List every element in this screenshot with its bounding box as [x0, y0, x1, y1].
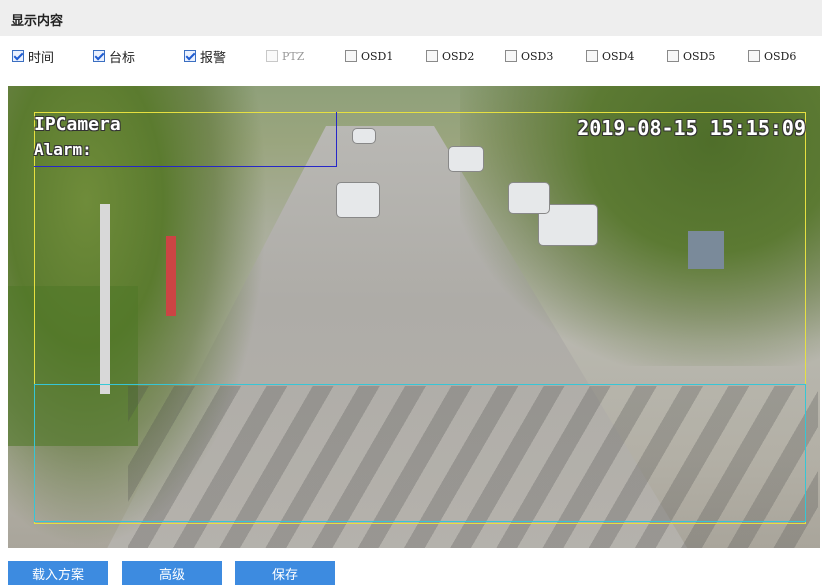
checkbox-ptz-box [266, 50, 278, 62]
checkbox-osd4[interactable]: OSD4 [586, 45, 634, 67]
checkbox-osd6[interactable]: OSD6 [748, 45, 796, 67]
checkbox-logo[interactable]: 台标 [93, 45, 135, 67]
checkbox-ptz-label: PTZ [282, 49, 305, 63]
checkbox-osd3-box[interactable] [505, 50, 517, 62]
osd-camera-name[interactable]: IPCamera [34, 114, 121, 135]
checkbox-alarm-label: 报警 [200, 50, 227, 66]
checkbox-osd1[interactable]: OSD1 [345, 45, 393, 67]
osd-region-cyan[interactable] [34, 384, 806, 522]
checkbox-osd3-label: OSD3 [521, 49, 554, 63]
checkbox-logo-box[interactable] [93, 50, 105, 62]
checkbox-osd6-box[interactable] [748, 50, 760, 62]
checkbox-osd5-label: OSD5 [683, 49, 716, 63]
checkbox-osd4-box[interactable] [586, 50, 598, 62]
checkbox-osd3[interactable]: OSD3 [505, 45, 553, 67]
checkbox-osd1-box[interactable] [345, 50, 357, 62]
video-preview[interactable]: IPCamera Alarm: 2019-08-15 15:15:09 [8, 86, 820, 548]
osd-alarm[interactable]: Alarm: [34, 140, 92, 159]
checkbox-alarm-box[interactable] [184, 50, 196, 62]
load-scheme-button[interactable]: 载入方案 [8, 561, 108, 585]
checkbox-ptz: PTZ [266, 45, 304, 67]
checkbox-osd2-label: OSD2 [442, 49, 475, 63]
checkbox-osd2-box[interactable] [426, 50, 438, 62]
checkbox-osd5-box[interactable] [667, 50, 679, 62]
checkbox-time-box[interactable] [12, 50, 24, 62]
checkbox-osd2[interactable]: OSD2 [426, 45, 474, 67]
display-options: 时间 台标 报警 PTZ OSD1 OSD2 OSD3 OSD4 OSD5 OS… [0, 45, 822, 67]
section-header: 显示内容 [0, 0, 822, 36]
checkbox-logo-label: 台标 [109, 50, 136, 66]
advanced-button[interactable]: 高级 [122, 561, 222, 585]
checkbox-osd1-label: OSD1 [361, 49, 394, 63]
checkbox-alarm[interactable]: 报警 [184, 45, 226, 67]
checkbox-osd4-label: OSD4 [602, 49, 635, 63]
section-title: 显示内容 [11, 14, 64, 29]
checkbox-osd5[interactable]: OSD5 [667, 45, 715, 67]
osd-timestamp[interactable]: 2019-08-15 15:15:09 [577, 116, 806, 140]
save-button[interactable]: 保存 [235, 561, 335, 585]
checkbox-time-label: 时间 [28, 50, 55, 66]
checkbox-time[interactable]: 时间 [12, 45, 54, 67]
checkbox-osd6-label: OSD6 [764, 49, 797, 63]
